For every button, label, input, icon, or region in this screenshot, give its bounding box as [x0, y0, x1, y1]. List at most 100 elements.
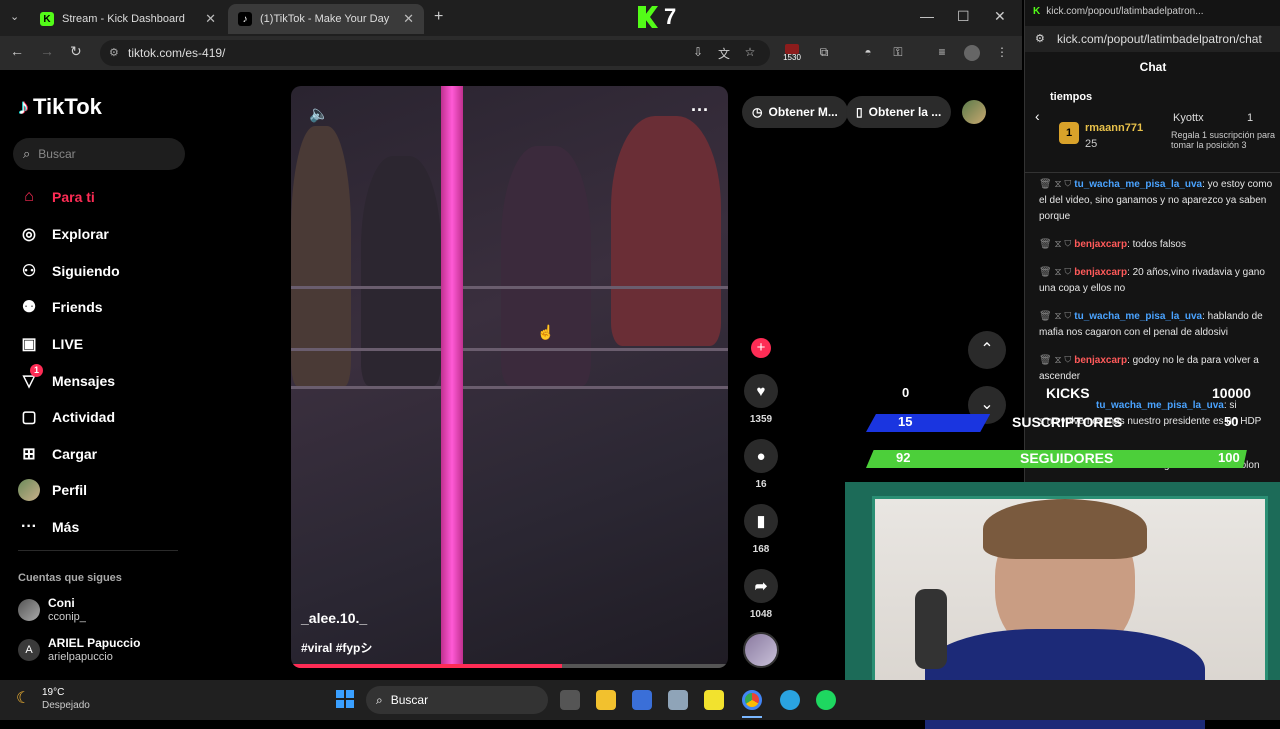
sound-disc-avatar[interactable]	[743, 632, 779, 668]
following-account[interactable]: Coni cconip_	[18, 596, 86, 624]
badge-icons: 🗑 ⧖ ⛉	[1039, 179, 1075, 190]
spotify-icon[interactable]	[816, 690, 836, 710]
new-tab-button[interactable]: +	[434, 8, 443, 26]
chat-username[interactable]: benjaxcarp	[1074, 267, 1127, 278]
extension-badge[interactable]: 1530	[782, 44, 802, 62]
close-tab-icon[interactable]: ✕	[205, 11, 216, 27]
account-name: Coni	[48, 596, 75, 610]
nav-label: Cargar	[52, 446, 98, 462]
subs-fill	[866, 414, 991, 432]
tiktok-note-icon: ♪	[18, 94, 29, 119]
chat-message: 🗑 ⧖ ⛉ tu_wacha_me_pisa_la_uva: hablando …	[1039, 309, 1279, 341]
follow-plus-button[interactable]: +	[751, 338, 771, 358]
task-view-icon[interactable]	[560, 690, 580, 710]
chat-username[interactable]: benjaxcarp	[1074, 355, 1127, 366]
device-icon: ▯	[856, 105, 863, 119]
nav-item-siguiendo[interactable]: ⚇ Siguiendo	[18, 260, 120, 282]
chevron-left-icon[interactable]: ‹	[1035, 108, 1040, 124]
cursor-icon: ☝	[537, 324, 555, 340]
leaderboard-user[interactable]: rmaann771	[1085, 122, 1143, 134]
chat-username[interactable]: tu_wacha_me_pisa_la_uva	[1074, 311, 1202, 322]
nav-item-mensajes[interactable]: ▽ 1 Mensajes	[18, 364, 115, 392]
video-caption[interactable]: #viral #fypシ	[301, 639, 372, 656]
nav-item-friends[interactable]: ⚉ Friends	[18, 296, 103, 318]
browser-menu-icon[interactable]: ⋮	[994, 45, 1010, 61]
tab-kick-dashboard[interactable]: K Stream - Kick Dashboard ✕	[30, 4, 226, 34]
comment-button[interactable]: ● 16	[742, 439, 780, 490]
reload-icon[interactable]: ↻	[70, 43, 82, 60]
avatar-icon	[18, 479, 40, 501]
telegram-icon[interactable]	[780, 690, 800, 710]
url-bar[interactable]: ⚙ tiktok.com/es-419/	[100, 40, 770, 66]
popout-url-bar[interactable]: ⚙ kick.com/popout/latimbadelpatron/chat	[1025, 26, 1280, 52]
nav-label: Explorar	[52, 226, 109, 242]
nav-item-para-ti[interactable]: ⌂ Para ti	[18, 186, 95, 208]
close-tab-icon[interactable]: ✕	[403, 11, 414, 27]
address-toolbar: ← → ↻ ⚙ tiktok.com/es-419/ ⇩ 文 ☆ 1530 ⧉ …	[0, 36, 1022, 70]
password-key-icon[interactable]: ⚿	[890, 45, 906, 61]
incognito-icon[interactable]: ◓	[860, 45, 876, 61]
like-button[interactable]: ♥ 1359	[742, 374, 780, 425]
close-window-button[interactable]: ✕	[994, 8, 1006, 25]
extensions-puzzle-icon[interactable]: ⧉	[816, 45, 832, 61]
nav-label: Para ti	[52, 189, 95, 205]
tab-list-icon[interactable]: ⌄	[10, 10, 19, 23]
active-app-indicator	[742, 716, 762, 718]
calculator-icon[interactable]	[668, 690, 688, 710]
nav-item-cargar[interactable]: ⊞ Cargar	[18, 443, 97, 465]
store-icon[interactable]	[632, 690, 652, 710]
weather-desc[interactable]: Despejado	[42, 700, 90, 711]
profile-avatar[interactable]	[962, 100, 986, 124]
kicks-current: 0	[902, 385, 910, 400]
bookmark-star-icon[interactable]: ☆	[742, 45, 758, 61]
back-arrow-icon[interactable]: ←	[10, 43, 24, 59]
chrome-icon[interactable]	[742, 690, 762, 710]
forward-arrow-icon[interactable]: →	[40, 43, 54, 59]
translate-icon[interactable]: 文	[716, 45, 732, 61]
tiktok-logo[interactable]: ♪ TikTok	[18, 94, 102, 120]
profile-avatar[interactable]	[964, 45, 980, 61]
site-info-icon[interactable]: ⚙	[109, 46, 119, 59]
heart-icon: ♥	[744, 374, 778, 408]
volume-icon[interactable]: 🔈	[309, 104, 329, 124]
windows-start-icon[interactable]	[336, 690, 354, 708]
file-explorer-icon[interactable]	[596, 690, 616, 710]
install-app-icon[interactable]: ⇩	[690, 45, 706, 61]
nav-item-mas[interactable]: ··· Más	[18, 516, 79, 538]
get-desktop-button[interactable]: ▯ Obtener la ...	[846, 96, 952, 128]
subs-goal-value: 50	[1224, 414, 1239, 429]
video-player[interactable]: 🔈 ··· ☝ _alee.10._ #viral #fypシ	[291, 86, 728, 668]
chat-username[interactable]: benjaxcarp	[1074, 239, 1127, 250]
more-options-icon[interactable]: ···	[691, 100, 709, 121]
previous-video-button[interactable]: ⌃	[968, 331, 1006, 369]
sticky-notes-icon[interactable]	[704, 690, 724, 710]
tiktok-favicon-icon: ♪	[238, 12, 252, 26]
taskbar-search[interactable]: ⌕ Buscar	[366, 686, 548, 714]
overlay-number: 7	[664, 4, 677, 29]
followers-goal: 92 SEGUIDORES 100	[866, 450, 1280, 468]
nav-item-explorar[interactable]: ◎ Explorar	[18, 223, 109, 245]
maximize-button[interactable]: ☐	[957, 8, 970, 25]
messages-badge: 1	[30, 364, 43, 377]
progress-fill	[291, 664, 562, 668]
get-app-button[interactable]: ◷ Obtener M...	[742, 96, 848, 128]
chat-username[interactable]: tu_wacha_me_pisa_la_uva	[1074, 179, 1202, 190]
progress-track[interactable]	[291, 664, 728, 668]
nav-item-live[interactable]: ▣ LIVE	[18, 333, 83, 355]
media-control-icon[interactable]: ≡	[934, 45, 950, 61]
save-button[interactable]: ▮ 168	[742, 504, 780, 555]
nav-item-actividad[interactable]: ▢ Actividad	[18, 406, 115, 428]
weather-temp[interactable]: 19°C	[42, 687, 64, 698]
nav-item-perfil[interactable]: Perfil	[18, 479, 87, 501]
video-author[interactable]: _alee.10._	[301, 610, 367, 626]
tab-tiktok[interactable]: ♪ (1)TikTok - Make Your Day ✕	[228, 4, 424, 34]
account-name: ARIEL Papuccio	[48, 636, 141, 650]
subs-goal: 15 SUSCRIPTORES 50	[866, 414, 1280, 432]
share-button[interactable]: ➦ 1048	[742, 569, 780, 620]
gifter-count: 1	[1247, 112, 1254, 124]
minimize-button[interactable]: —	[920, 8, 934, 24]
following-account[interactable]: A ARIEL Papuccio arielpapuccio	[18, 636, 140, 664]
live-icon: ▣	[21, 336, 37, 353]
search-input[interactable]: ⌕ Buscar	[13, 138, 185, 170]
followers-goal-value: 100	[1218, 450, 1240, 465]
